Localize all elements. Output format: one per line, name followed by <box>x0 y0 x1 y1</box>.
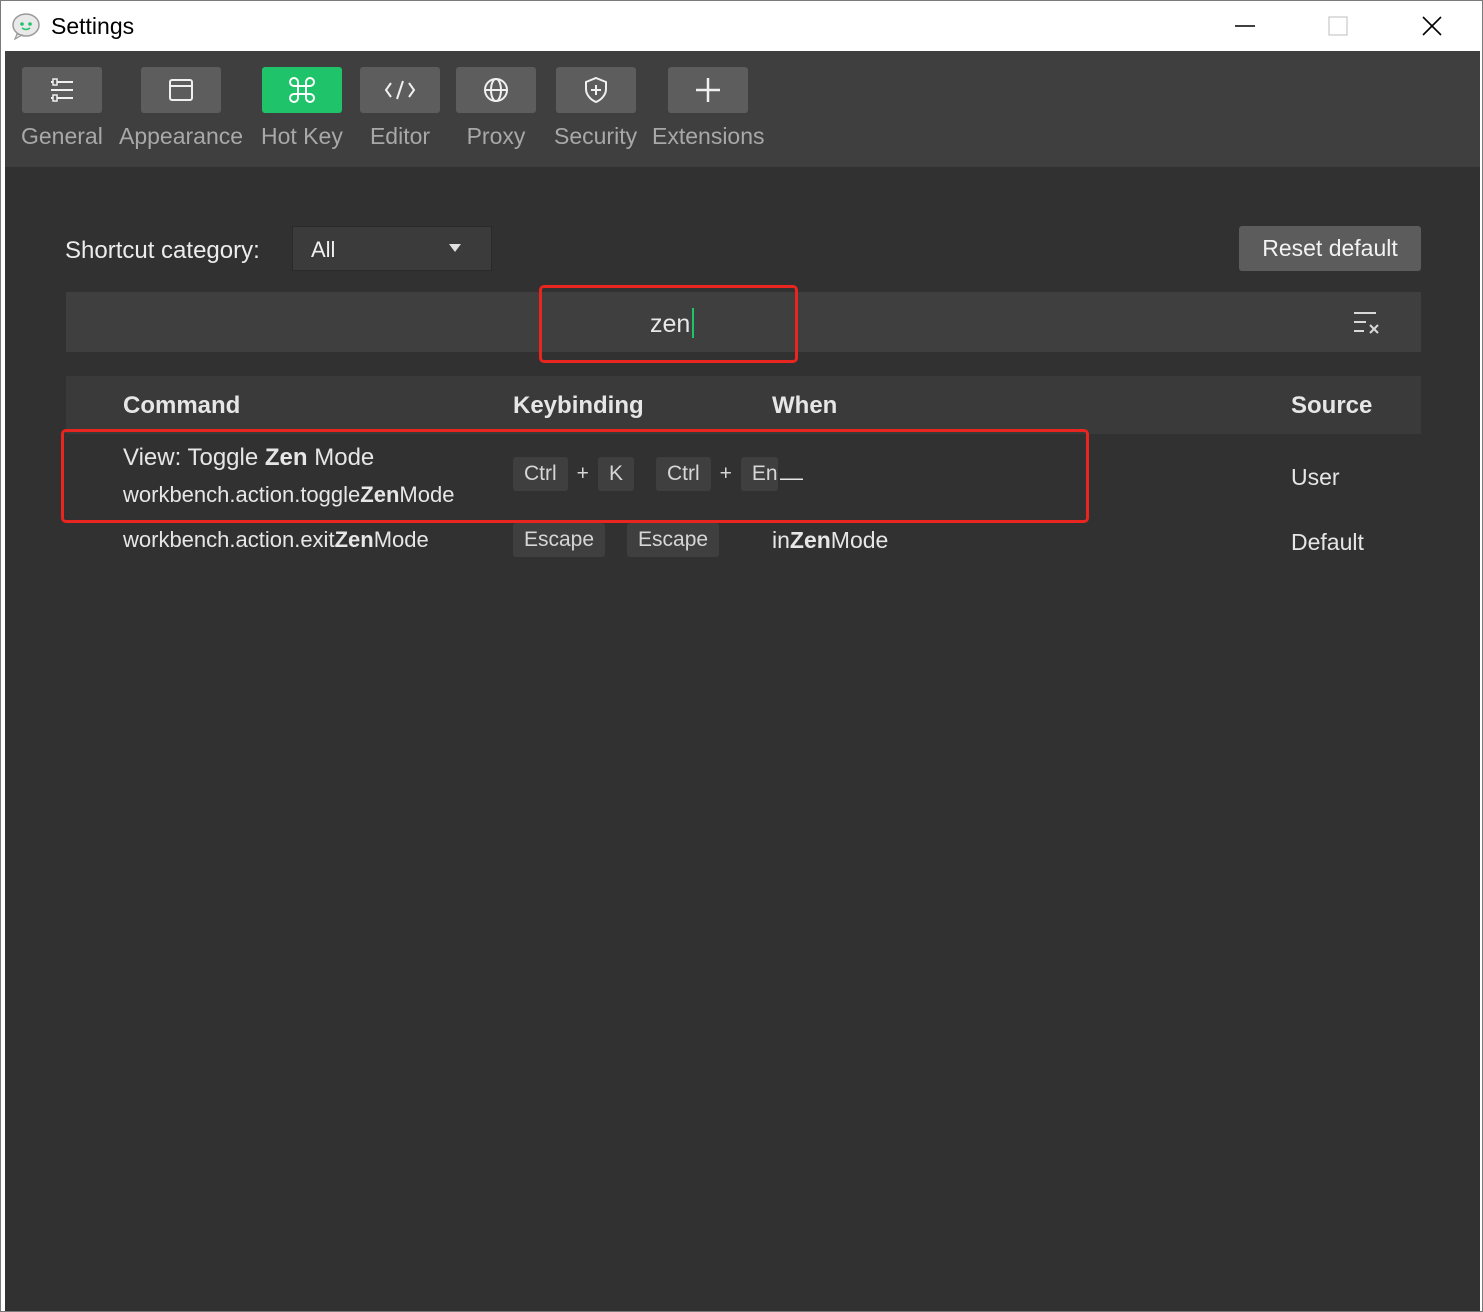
dropdown-arrow-icon <box>449 244 461 252</box>
app-logo-icon <box>12 13 40 40</box>
tab-security[interactable]: Security <box>554 67 637 150</box>
tab-label: Extensions <box>652 123 765 149</box>
search-highlight-box <box>539 285 798 363</box>
shield-icon <box>584 76 607 104</box>
match-text: Zen <box>789 527 831 553</box>
text-part: Mode <box>830 527 889 553</box>
close-button[interactable] <box>1385 1 1479 51</box>
source-value: User <box>1291 464 1340 490</box>
column-header-source: Source <box>1291 392 1373 419</box>
row-highlight-box <box>61 429 1089 523</box>
proxy-button[interactable] <box>456 67 536 113</box>
security-button[interactable] <box>555 67 636 113</box>
source-value: Default <box>1291 529 1364 555</box>
editor-button[interactable] <box>360 67 440 113</box>
when-clause: inZenMode <box>772 527 888 554</box>
tab-label: Proxy <box>466 123 526 149</box>
tab-extensions[interactable]: Extensions <box>652 67 765 150</box>
tab-label: General <box>21 123 103 149</box>
category-selected-value: All <box>311 237 336 262</box>
key-cap: Escape <box>627 523 720 557</box>
extensions-button[interactable] <box>668 67 749 113</box>
shortcut-category-select[interactable]: All <box>292 226 492 271</box>
code-icon <box>384 80 416 100</box>
minimize-icon <box>1235 25 1255 27</box>
column-header-command: Command <box>123 392 241 419</box>
title-bar: Settings <box>1 1 1482 51</box>
tab-label: Hot Key <box>261 123 343 149</box>
sliders-icon <box>50 78 73 102</box>
window-title: Settings <box>51 13 135 39</box>
tab-label: Appearance <box>119 123 244 149</box>
settings-window: Settings General Appearance Hot Key Edit… <box>0 0 1483 1312</box>
settings-toolbar: General Appearance Hot Key Editor Proxy … <box>5 51 1480 167</box>
maximize-button[interactable] <box>1291 1 1385 51</box>
tab-hot-key[interactable]: Hot Key <box>261 67 343 150</box>
match-text: Zen <box>334 527 374 552</box>
keybinding[interactable]: Escape Escape <box>513 523 720 557</box>
plus-icon <box>696 78 721 102</box>
general-button[interactable] <box>21 67 102 113</box>
text-part: workbench.action.exit <box>123 527 335 552</box>
globe-icon <box>484 78 508 102</box>
column-header-when: When <box>772 392 838 419</box>
command-id: workbench.action.exitZenMode <box>123 527 429 553</box>
tab-appearance[interactable]: Appearance <box>119 67 243 150</box>
hot-key-panel: Shortcut category: All Reset default zen… <box>5 167 1480 1311</box>
minimize-button[interactable] <box>1198 1 1292 51</box>
tab-label: Editor <box>369 123 431 149</box>
tab-proxy[interactable]: Proxy <box>456 67 536 150</box>
text-part: Mode <box>373 527 429 552</box>
column-header-keybinding: Keybinding <box>513 392 644 419</box>
hot-key-button[interactable] <box>261 67 342 113</box>
tab-general[interactable]: General <box>21 67 103 150</box>
tab-label: Security <box>554 123 638 149</box>
table-row[interactable]: workbench.action.exitZenMode Escape Esca… <box>66 523 1421 567</box>
window-icon <box>169 79 194 101</box>
appearance-button[interactable] <box>141 67 222 113</box>
close-icon <box>1422 16 1442 36</box>
key-cap: Escape <box>513 523 606 557</box>
clear-filter-icon[interactable] <box>1352 309 1382 337</box>
text-part: in <box>772 527 790 553</box>
shortcut-category-label: Shortcut category: <box>65 237 260 264</box>
tab-editor[interactable]: Editor <box>360 67 440 150</box>
reset-default-button[interactable]: Reset default <box>1239 226 1421 271</box>
table-header: Command Keybinding When Source <box>66 376 1421 434</box>
command-key-icon <box>288 77 315 103</box>
maximize-icon <box>1328 16 1348 36</box>
